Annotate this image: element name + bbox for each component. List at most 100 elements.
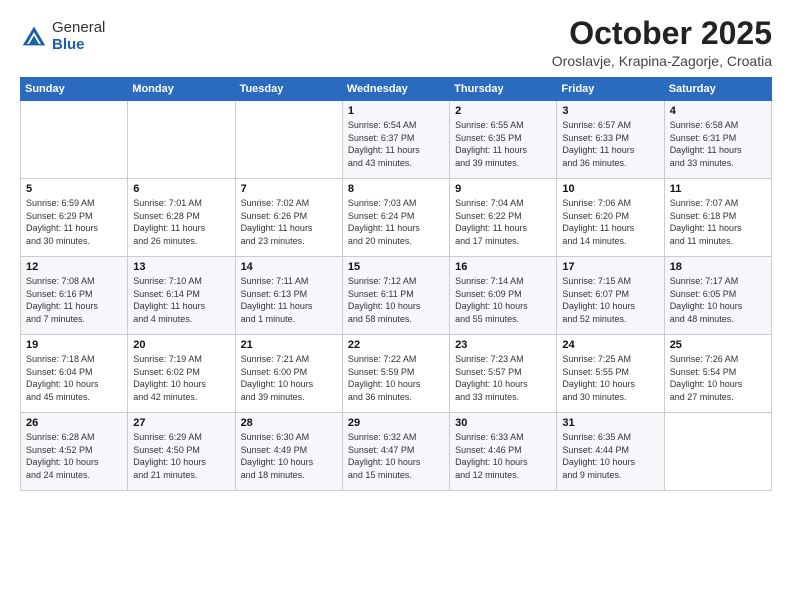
calendar-cell [664,413,771,491]
day-number: 21 [241,339,337,351]
day-info: Sunrise: 6:28 AM Sunset: 4:52 PM Dayligh… [26,431,122,481]
calendar-cell: 13Sunrise: 7:10 AM Sunset: 6:14 PM Dayli… [128,257,235,335]
weekday-header-saturday: Saturday [664,78,771,101]
day-number: 2 [455,105,551,117]
day-number: 27 [133,417,229,429]
calendar-cell: 15Sunrise: 7:12 AM Sunset: 6:11 PM Dayli… [342,257,449,335]
calendar-cell: 2 Sunrise: 6:55 AM Sunset: 6:35 PM Daylig… [450,101,557,179]
week-row-2: 5 Sunrise: 6:59 AM Sunset: 6:29 PM Daylig… [21,179,772,257]
header-row: General Blue October 2025 Oroslavje, Kra… [20,16,772,69]
day-number: 12 [26,261,122,273]
day-info: Sunrise: 6:30 AM Sunset: 4:49 PM Dayligh… [241,431,337,481]
calendar-cell [235,101,342,179]
calendar-cell: 31 Sunrise: 6:35 AM Sunset: 4:44 PM Dayli… [557,413,664,491]
weekday-header-thursday: Thursday [450,78,557,101]
day-info: Sunrise: 6:32 AM Sunset: 4:47 PM Dayligh… [348,431,444,481]
calendar-cell: 21 Sunrise: 7:21 AM Sunset: 6:00 PM Dayli… [235,335,342,413]
day-info: Sunrise: 7:26 AM Sunset: 5:54 PM Dayligh… [670,353,766,403]
day-number: 29 [348,417,444,429]
day-info: Sunrise: 7:14 AM Sunset: 6:09 PM Dayligh… [455,275,551,325]
day-number: 5 [26,183,122,195]
calendar-cell: 22 Sunrise: 7:22 AM Sunset: 5:59 PM Dayli… [342,335,449,413]
day-number: 25 [670,339,766,351]
day-number: 13 [133,261,229,273]
day-number: 1 [348,105,444,117]
week-row-3: 12 Sunrise: 7:08 AM Sunset: 6:16 PM Dayli… [21,257,772,335]
day-number: 23 [455,339,551,351]
day-info: Sunrise: 7:03 AM Sunset: 6:24 PM Dayligh… [348,197,444,247]
location: Oroslavje, Krapina-Zagorje, Croatia [552,53,772,69]
weekday-header-tuesday: Tuesday [235,78,342,101]
calendar-cell: 7Sunrise: 7:02 AM Sunset: 6:26 PM Daylig… [235,179,342,257]
day-info: Sunrise: 6:54 AM Sunset: 6:37 PM Dayligh… [348,119,444,169]
day-number: 9 [455,183,551,195]
calendar-table: SundayMondayTuesdayWednesdayThursdayFrid… [20,77,772,491]
day-info: Sunrise: 7:08 AM Sunset: 6:16 PM Dayligh… [26,275,122,325]
week-row-1: 1 Sunrise: 6:54 AM Sunset: 6:37 PM Daylig… [21,101,772,179]
logo-icon [20,23,48,51]
logo-text: General Blue [52,20,105,53]
day-info: Sunrise: 7:19 AM Sunset: 6:02 PM Dayligh… [133,353,229,403]
day-info: Sunrise: 6:35 AM Sunset: 4:44 PM Dayligh… [562,431,658,481]
logo-general: General [52,20,105,37]
day-number: 28 [241,417,337,429]
calendar-cell: 4 Sunrise: 6:58 AM Sunset: 6:31 PM Daylig… [664,101,771,179]
day-info: Sunrise: 7:18 AM Sunset: 6:04 PM Dayligh… [26,353,122,403]
day-info: Sunrise: 6:33 AM Sunset: 4:46 PM Dayligh… [455,431,551,481]
weekday-header-sunday: Sunday [21,78,128,101]
calendar-cell: 24Sunrise: 7:25 AM Sunset: 5:55 PM Dayli… [557,335,664,413]
weekday-header-friday: Friday [557,78,664,101]
calendar-cell: 16 Sunrise: 7:14 AM Sunset: 6:09 PM Dayli… [450,257,557,335]
day-info: Sunrise: 7:07 AM Sunset: 6:18 PM Dayligh… [670,197,766,247]
day-number: 20 [133,339,229,351]
calendar-cell: 3Sunrise: 6:57 AM Sunset: 6:33 PM Daylig… [557,101,664,179]
calendar-cell: 26 Sunrise: 6:28 AM Sunset: 4:52 PM Dayli… [21,413,128,491]
calendar-cell: 18Sunrise: 7:17 AM Sunset: 6:05 PM Dayli… [664,257,771,335]
week-row-5: 26 Sunrise: 6:28 AM Sunset: 4:52 PM Dayli… [21,413,772,491]
day-info: Sunrise: 6:59 AM Sunset: 6:29 PM Dayligh… [26,197,122,247]
day-number: 4 [670,105,766,117]
day-info: Sunrise: 7:06 AM Sunset: 6:20 PM Dayligh… [562,197,658,247]
day-number: 16 [455,261,551,273]
day-number: 26 [26,417,122,429]
day-number: 22 [348,339,444,351]
day-number: 17 [562,261,658,273]
calendar-cell: 14 Sunrise: 7:11 AM Sunset: 6:13 PM Dayli… [235,257,342,335]
calendar-cell: 19 Sunrise: 7:18 AM Sunset: 6:04 PM Dayli… [21,335,128,413]
day-info: Sunrise: 7:15 AM Sunset: 6:07 PM Dayligh… [562,275,658,325]
calendar-cell: 20 Sunrise: 7:19 AM Sunset: 6:02 PM Dayli… [128,335,235,413]
calendar-cell: 6 Sunrise: 7:01 AM Sunset: 6:28 PM Daylig… [128,179,235,257]
day-number: 31 [562,417,658,429]
day-info: Sunrise: 7:21 AM Sunset: 6:00 PM Dayligh… [241,353,337,403]
calendar-cell: 30 Sunrise: 6:33 AM Sunset: 4:46 PM Dayli… [450,413,557,491]
calendar-cell: 29 Sunrise: 6:32 AM Sunset: 4:47 PM Dayli… [342,413,449,491]
weekday-header-wednesday: Wednesday [342,78,449,101]
calendar-cell: 12 Sunrise: 7:08 AM Sunset: 6:16 PM Dayli… [21,257,128,335]
weekday-header-monday: Monday [128,78,235,101]
day-number: 30 [455,417,551,429]
calendar-cell: 8Sunrise: 7:03 AM Sunset: 6:24 PM Daylig… [342,179,449,257]
day-info: Sunrise: 7:22 AM Sunset: 5:59 PM Dayligh… [348,353,444,403]
calendar-cell: 5 Sunrise: 6:59 AM Sunset: 6:29 PM Daylig… [21,179,128,257]
day-info: Sunrise: 7:11 AM Sunset: 6:13 PM Dayligh… [241,275,337,325]
day-number: 6 [133,183,229,195]
day-info: Sunrise: 6:58 AM Sunset: 6:31 PM Dayligh… [670,119,766,169]
calendar-cell: 11Sunrise: 7:07 AM Sunset: 6:18 PM Dayli… [664,179,771,257]
day-info: Sunrise: 7:01 AM Sunset: 6:28 PM Dayligh… [133,197,229,247]
day-number: 14 [241,261,337,273]
day-number: 18 [670,261,766,273]
calendar-container: General Blue October 2025 Oroslavje, Kra… [0,0,792,501]
calendar-cell: 17 Sunrise: 7:15 AM Sunset: 6:07 PM Dayli… [557,257,664,335]
calendar-cell: 10Sunrise: 7:06 AM Sunset: 6:20 PM Dayli… [557,179,664,257]
calendar-cell [21,101,128,179]
month-title: October 2025 [552,16,772,51]
day-info: Sunrise: 6:55 AM Sunset: 6:35 PM Dayligh… [455,119,551,169]
day-info: Sunrise: 7:12 AM Sunset: 6:11 PM Dayligh… [348,275,444,325]
day-number: 7 [241,183,337,195]
day-number: 19 [26,339,122,351]
calendar-cell: 27Sunrise: 6:29 AM Sunset: 4:50 PM Dayli… [128,413,235,491]
title-block: October 2025 Oroslavje, Krapina-Zagorje,… [552,16,772,69]
calendar-cell: 28 Sunrise: 6:30 AM Sunset: 4:49 PM Dayli… [235,413,342,491]
calendar-cell: 9Sunrise: 7:04 AM Sunset: 6:22 PM Daylig… [450,179,557,257]
day-number: 3 [562,105,658,117]
